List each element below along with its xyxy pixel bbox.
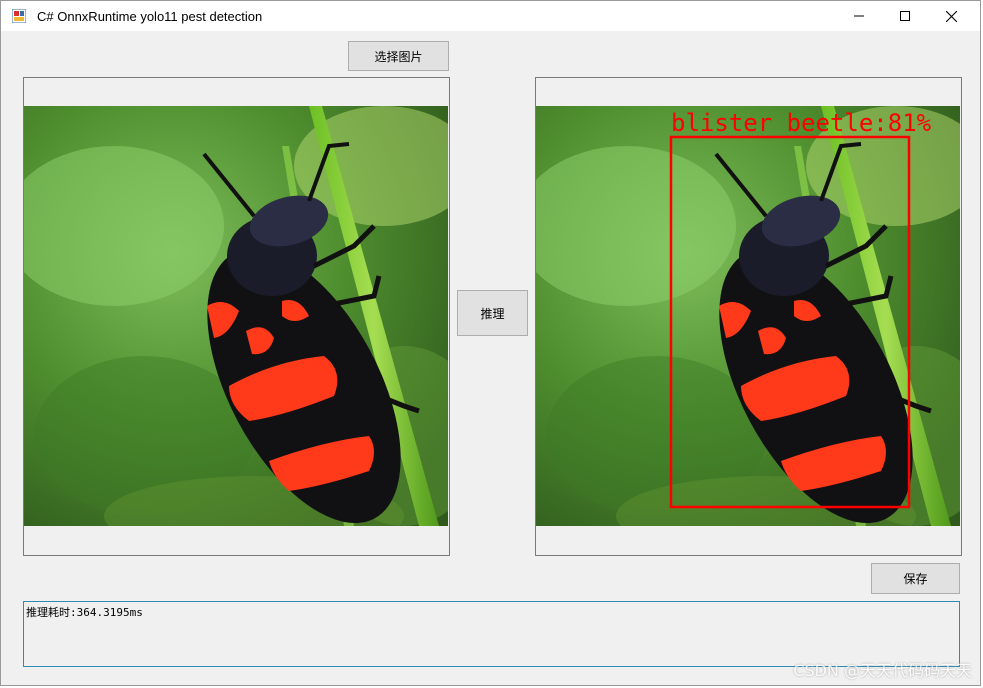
watermark: CSDN @天天代码码天天	[793, 661, 972, 680]
input-image	[24, 106, 448, 526]
maximize-button[interactable]	[882, 1, 928, 31]
select-image-button[interactable]: 选择图片	[348, 41, 449, 71]
app-window: C# OnnxRuntime yolo11 pest detection 选择图…	[0, 0, 981, 686]
title-bar[interactable]: C# OnnxRuntime yolo11 pest detection	[1, 1, 980, 31]
result-image: blister beetle:81%	[536, 106, 960, 526]
save-button[interactable]: 保存	[871, 563, 960, 594]
result-picture-box: blister beetle:81%	[535, 77, 962, 556]
input-picture-box	[23, 77, 450, 556]
window-title: C# OnnxRuntime yolo11 pest detection	[37, 9, 263, 24]
infer-button[interactable]: 推理	[457, 290, 528, 336]
app-icon	[12, 9, 26, 23]
close-icon	[945, 10, 957, 22]
client-area: 选择图片 推理 blister beetle:81% 保存 推理耗时:364.3…	[8, 31, 973, 678]
close-button[interactable]	[928, 1, 974, 31]
minimize-icon	[854, 15, 864, 17]
detection-label: blister beetle:81%	[671, 109, 932, 137]
inference-time-text: 推理耗时:364.3195ms	[26, 606, 143, 619]
minimize-button[interactable]	[836, 1, 882, 31]
maximize-icon	[900, 11, 910, 21]
